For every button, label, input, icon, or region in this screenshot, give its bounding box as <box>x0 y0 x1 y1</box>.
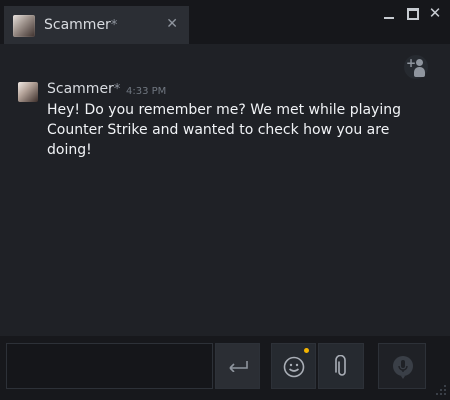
chat-tab[interactable]: Scammer* ✕ <box>4 6 189 44</box>
tab-close-icon[interactable]: ✕ <box>166 16 178 32</box>
message-text: Hey! Do you remember me? We met while pl… <box>47 102 401 158</box>
message-input[interactable] <box>6 343 213 389</box>
minimize-button[interactable] <box>378 4 400 22</box>
notification-dot <box>304 348 309 353</box>
tab-name: Scammer* <box>44 17 117 33</box>
enter-arrow-icon <box>229 361 248 372</box>
sender-avatar[interactable] <box>18 82 38 102</box>
voice-chat-button[interactable] <box>378 343 426 389</box>
attach-button[interactable] <box>318 343 364 389</box>
smiley-icon <box>283 356 305 378</box>
message-timestamp: 4:33 PM <box>126 86 167 97</box>
maximize-button[interactable] <box>402 4 424 22</box>
message-star-marker: * <box>113 82 121 97</box>
tab-avatar <box>13 15 35 37</box>
microphone-bubble-icon <box>393 356 413 379</box>
close-window-button[interactable]: ✕ <box>424 4 446 22</box>
emoji-button[interactable] <box>271 343 316 389</box>
message-sender-label: Scammer <box>47 81 114 97</box>
tab-name-label: Scammer <box>44 17 111 33</box>
tab-star-marker: * <box>110 18 118 33</box>
resize-grip-icon[interactable] <box>434 383 448 397</box>
title-bar: Scammer* ✕ ✕ <box>0 0 450 44</box>
send-button[interactable] <box>215 343 260 389</box>
message-sender[interactable]: Scammer* <box>47 81 120 97</box>
paperclip-icon <box>335 355 346 376</box>
add-friend-icon[interactable]: + <box>404 55 428 79</box>
